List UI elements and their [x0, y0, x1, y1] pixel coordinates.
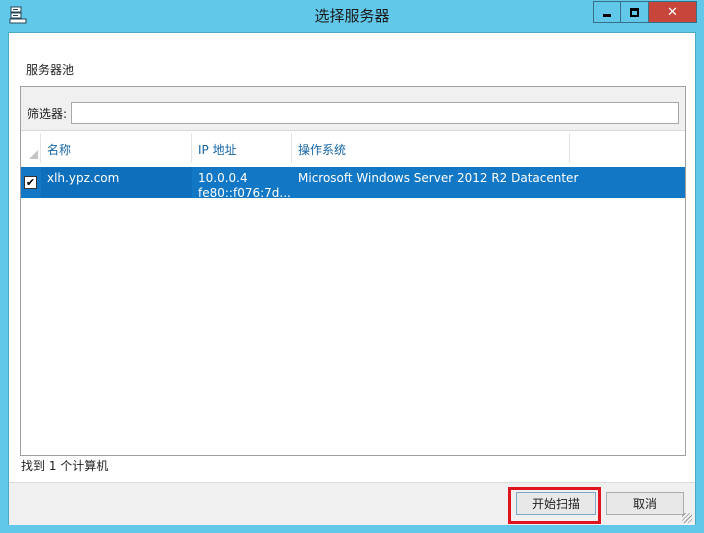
minimize-icon — [603, 13, 611, 17]
start-scan-button[interactable]: 开始扫描 — [516, 492, 596, 515]
row-checkbox[interactable]: ✔ — [24, 176, 37, 189]
server-grid-header: 名称 IP 地址 操作系统 — [21, 133, 685, 163]
filter-bar: 筛选器: — [21, 87, 685, 131]
dialog-footer: 开始扫描 取消 — [9, 482, 695, 525]
server-name: xlh.ypz.com — [41, 167, 192, 198]
column-header-name[interactable]: 名称 — [41, 133, 192, 163]
close-icon: ✕ — [667, 4, 678, 20]
table-row[interactable]: ✔ xlh.ypz.com 10.0.0.4 fe80::f076:7d... … — [21, 167, 685, 201]
found-count-text: 找到 1 个计算机 — [21, 459, 109, 473]
maximize-icon — [630, 7, 639, 17]
cancel-button[interactable]: 取消 — [606, 492, 684, 515]
server-pool-panel: 筛选器: 名称 IP 地址 操作系统 ✔ xlh.ypz.com 10.0.0.… — [20, 86, 686, 456]
select-all-column-header[interactable] — [21, 133, 41, 163]
close-button[interactable]: ✕ — [649, 1, 697, 23]
server-os: Microsoft Windows Server 2012 R2 Datacen… — [298, 171, 579, 185]
resize-grip-icon[interactable] — [682, 513, 692, 523]
filter-label: 筛选器: — [27, 107, 68, 121]
server-ip-v6: fe80::f076:7d... — [198, 186, 291, 200]
server-ip: 10.0.0.4 fe80::f076:7d... — [198, 171, 291, 201]
server-ip-v4: 10.0.0.4 — [198, 171, 248, 185]
column-header-ip[interactable]: IP 地址 — [192, 133, 292, 163]
select-servers-window: 选择服务器 ✕ 服务器池 筛选器: 名称 IP 地址 操作系统 ✔ xlh.yp… — [0, 0, 704, 533]
title-bar[interactable]: 选择服务器 ✕ — [0, 0, 704, 32]
minimize-button[interactable] — [593, 1, 621, 23]
window-controls: ✕ — [593, 1, 697, 23]
dialog-body: 服务器池 筛选器: 名称 IP 地址 操作系统 ✔ xlh.ypz.com 10… — [8, 32, 696, 525]
maximize-button[interactable] — [621, 1, 649, 23]
sort-corner-icon — [29, 150, 38, 159]
filter-input[interactable] — [71, 102, 679, 124]
column-header-os[interactable]: 操作系统 — [292, 133, 570, 163]
server-pool-label: 服务器池 — [26, 63, 75, 77]
